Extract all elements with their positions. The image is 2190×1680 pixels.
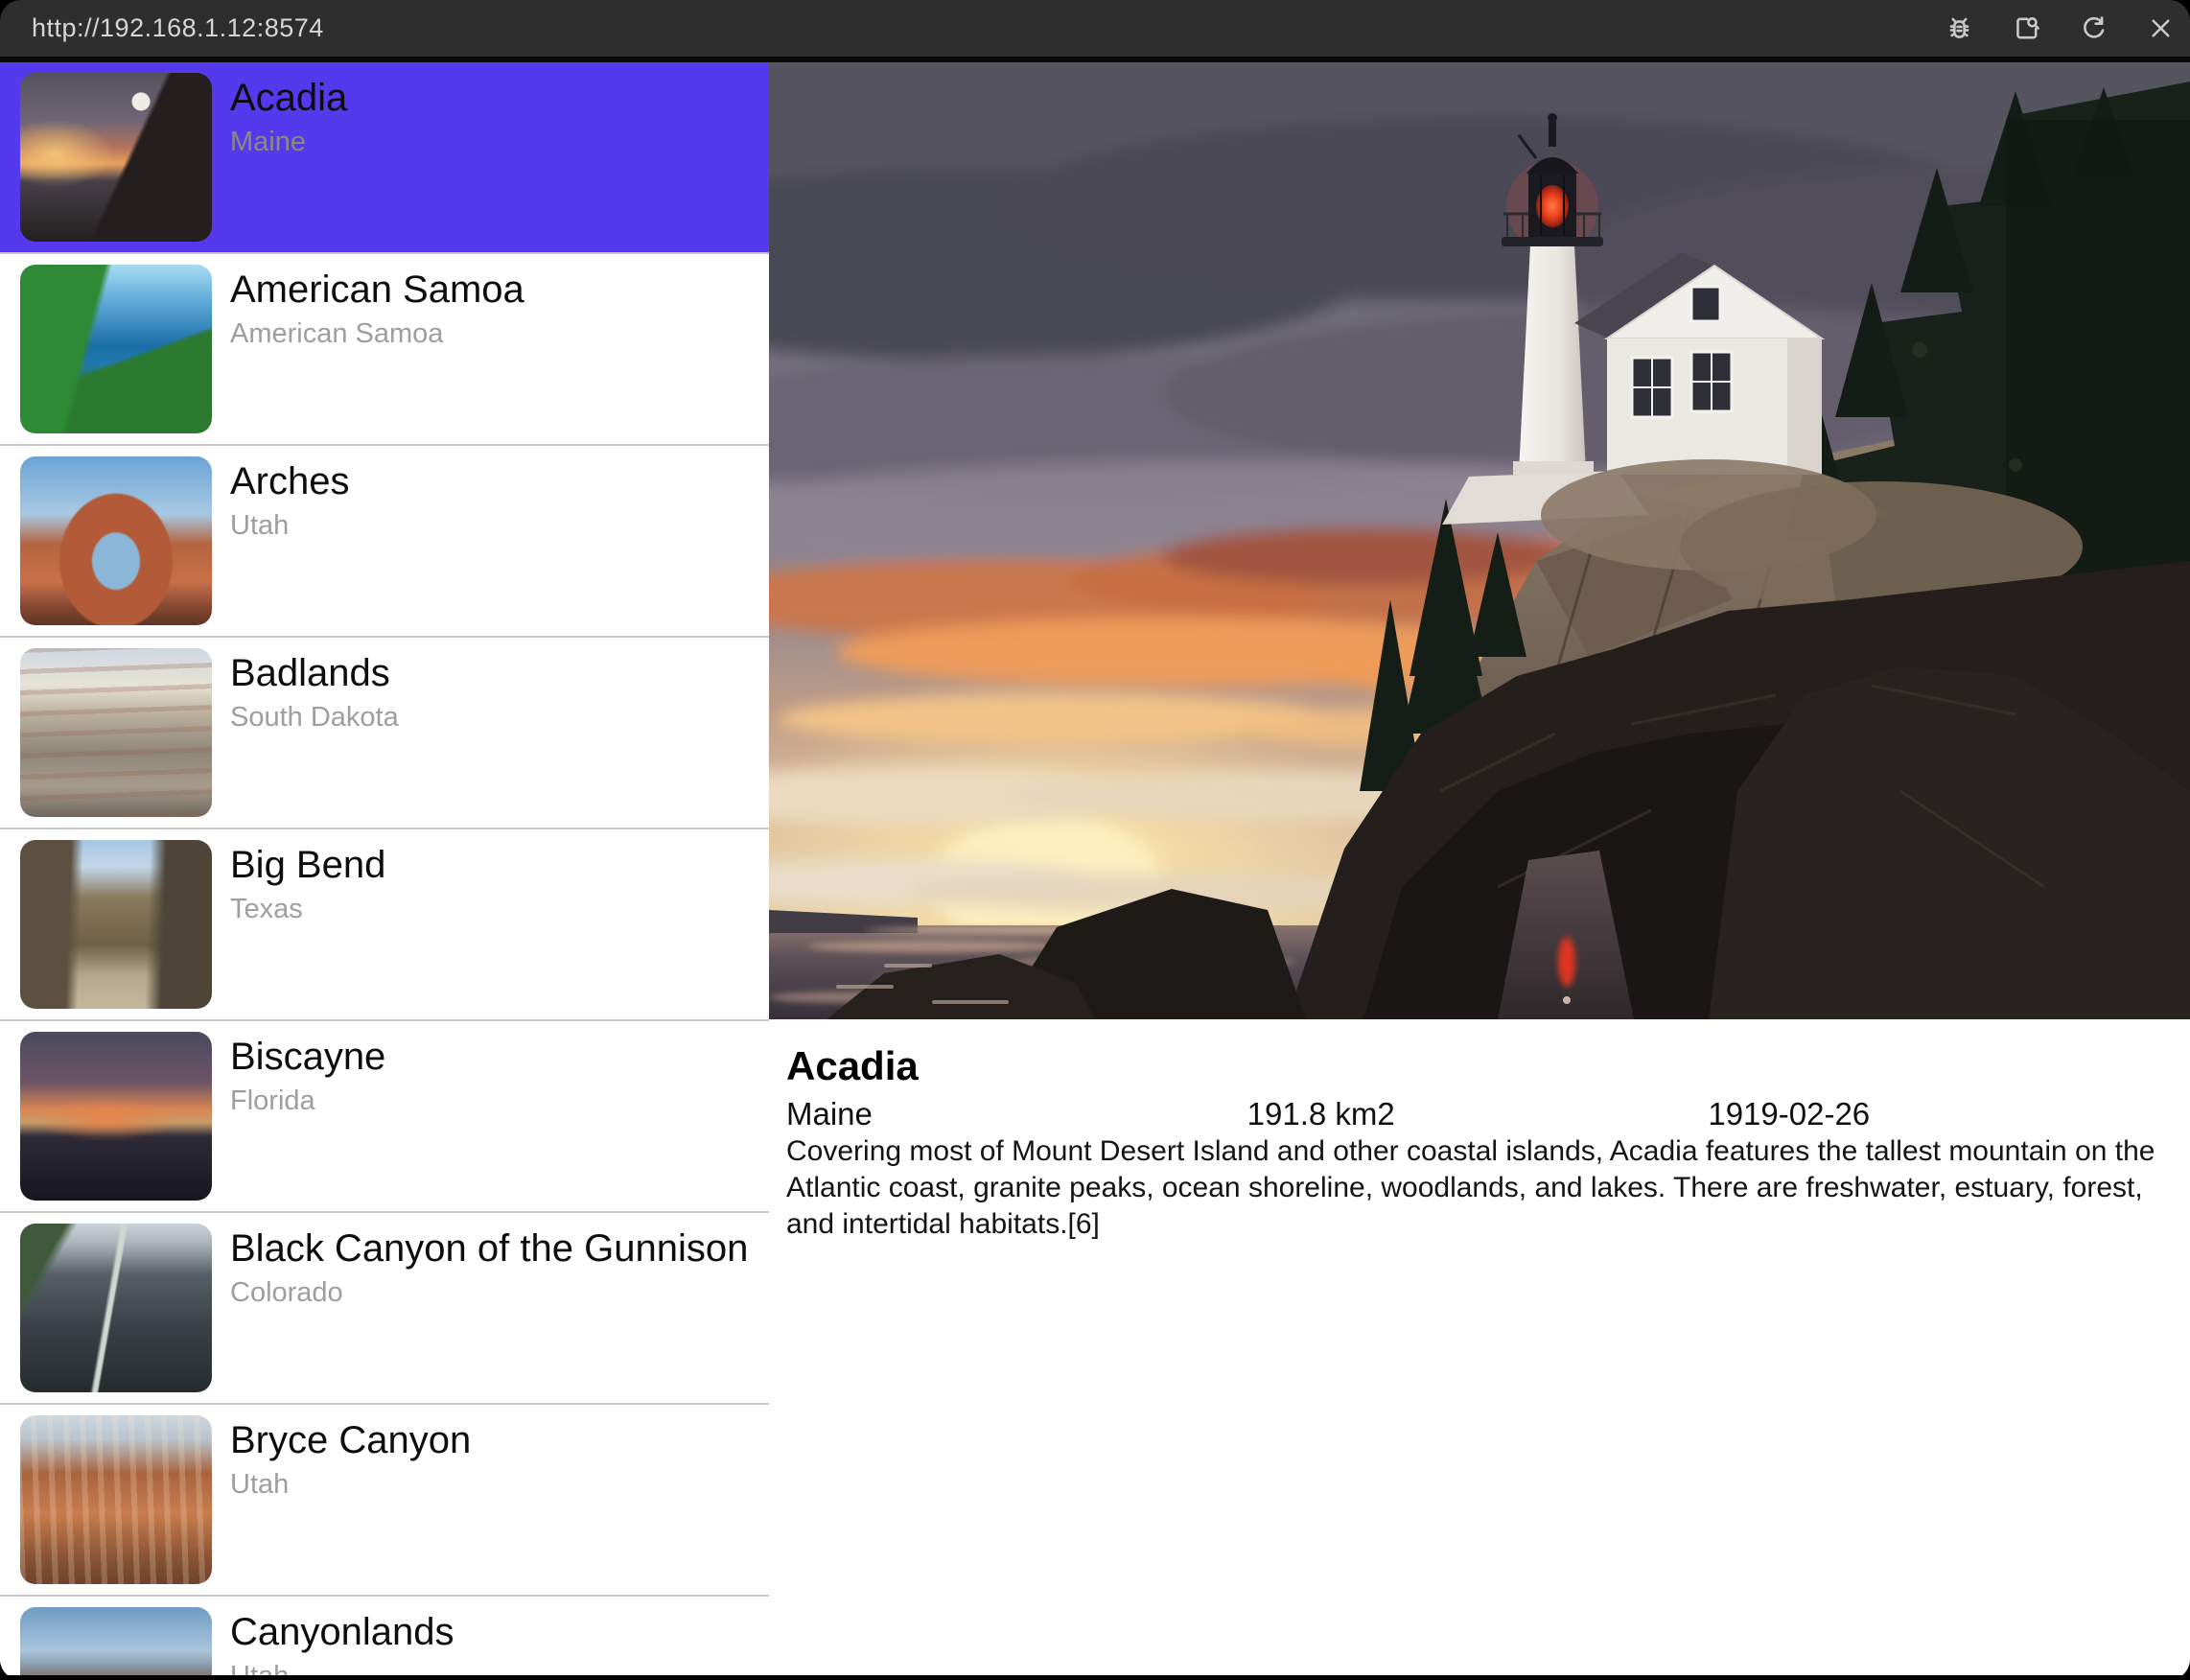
- park-name: Badlands: [230, 651, 399, 695]
- park-list-item[interactable]: Arches Utah: [0, 446, 769, 638]
- park-list-item[interactable]: Biscayne Florida: [0, 1021, 769, 1213]
- park-state: Utah: [230, 1660, 454, 1675]
- park-list-item[interactable]: Big Bend Texas: [0, 829, 769, 1021]
- park-name: American Samoa: [230, 268, 524, 312]
- app-window: http://192.168.1.12:8574: [0, 0, 2190, 1680]
- park-name: Black Canyon of the Gunnison: [230, 1226, 748, 1271]
- park-meta: Badlands South Dakota: [212, 638, 408, 734]
- park-meta: Biscayne Florida: [212, 1021, 395, 1117]
- main-content: Acadia Maine American Samoa American Sam…: [0, 62, 2190, 1675]
- debug-icon[interactable]: [1943, 12, 1975, 45]
- detail-area: 191.8 km2: [1247, 1096, 1709, 1132]
- detail-established: 1919-02-26: [1708, 1096, 2169, 1132]
- park-meta: Canyonlands Utah: [212, 1597, 464, 1675]
- titlebar: http://192.168.1.12:8574: [0, 0, 2190, 62]
- park-thumbnail: [20, 73, 212, 242]
- park-photo: [769, 62, 2190, 1019]
- parks-list[interactable]: Acadia Maine American Samoa American Sam…: [0, 62, 769, 1675]
- park-thumbnail: [20, 1224, 212, 1392]
- park-name: Canyonlands: [230, 1610, 454, 1654]
- park-state: American Samoa: [230, 317, 524, 350]
- park-state: Florida: [230, 1085, 385, 1117]
- detail-title: Acadia: [786, 1044, 2169, 1088]
- park-list-item[interactable]: Canyonlands Utah: [0, 1597, 769, 1675]
- park-name: Bryce Canyon: [230, 1418, 471, 1462]
- park-list-item[interactable]: Bryce Canyon Utah: [0, 1405, 769, 1597]
- inspect-icon[interactable]: [2010, 12, 2042, 45]
- detail-description: Covering most of Mount Desert Island and…: [786, 1133, 2169, 1243]
- park-list-item[interactable]: Badlands South Dakota: [0, 638, 769, 829]
- detail-text: Acadia Maine 191.8 km2 1919-02-26 Coveri…: [769, 1019, 2190, 1243]
- park-thumbnail: [20, 265, 212, 433]
- close-icon[interactable]: [2144, 12, 2177, 45]
- park-meta: Black Canyon of the Gunnison Colorado: [212, 1213, 757, 1309]
- park-list-item[interactable]: Black Canyon of the Gunnison Colorado: [0, 1213, 769, 1405]
- park-thumbnail: [20, 1415, 212, 1584]
- park-list-item[interactable]: American Samoa American Samoa: [0, 254, 769, 446]
- detail-stats: Maine 191.8 km2 1919-02-26: [786, 1096, 2169, 1132]
- park-thumbnail: [20, 456, 212, 625]
- park-meta: Big Bend Texas: [212, 829, 395, 925]
- titlebar-icons: [1943, 12, 2190, 45]
- park-thumbnail: [20, 648, 212, 817]
- park-state: Utah: [230, 509, 350, 542]
- park-meta: Bryce Canyon Utah: [212, 1405, 480, 1501]
- park-name: Biscayne: [230, 1035, 385, 1079]
- park-state: South Dakota: [230, 701, 399, 734]
- detail-state: Maine: [786, 1096, 1247, 1132]
- park-thumbnail: [20, 840, 212, 1009]
- park-name: Acadia: [230, 76, 347, 120]
- park-meta: Arches Utah: [212, 446, 360, 542]
- park-thumbnail: [20, 1607, 212, 1675]
- park-list-item[interactable]: Acadia Maine: [0, 62, 769, 254]
- park-meta: American Samoa American Samoa: [212, 254, 534, 350]
- url-text: http://192.168.1.12:8574: [32, 13, 324, 43]
- park-thumbnail: [20, 1032, 212, 1201]
- park-state: Maine: [230, 126, 347, 158]
- park-state: Texas: [230, 893, 385, 925]
- park-name: Big Bend: [230, 843, 385, 887]
- park-meta: Acadia Maine: [212, 62, 357, 158]
- park-state: Colorado: [230, 1276, 748, 1309]
- refresh-icon[interactable]: [2077, 12, 2109, 45]
- park-name: Arches: [230, 459, 350, 503]
- detail-panel: Acadia Maine 191.8 km2 1919-02-26 Coveri…: [769, 62, 2190, 1675]
- park-state: Utah: [230, 1468, 471, 1501]
